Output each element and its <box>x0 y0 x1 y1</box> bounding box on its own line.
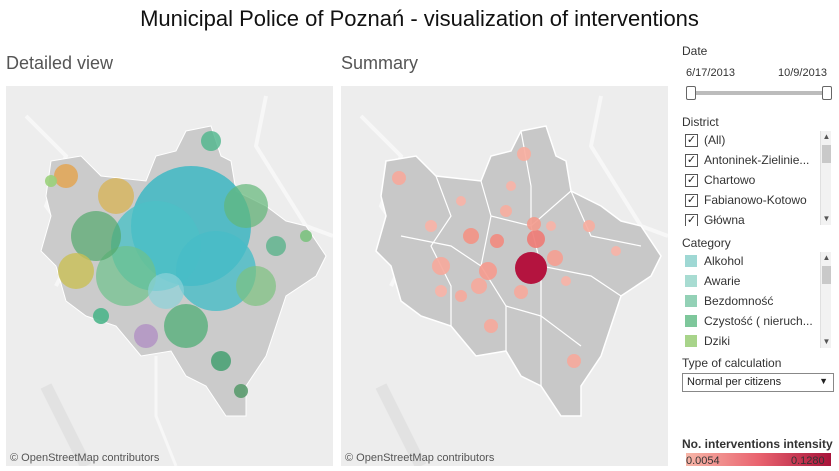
legend-max: 0.1280 <box>791 455 825 467</box>
category-swatch <box>685 335 697 347</box>
checkmark-icon[interactable]: ✓ <box>685 193 698 207</box>
district-item-antoninek[interactable]: ✓ Antoninek-Zielinie... <box>682 150 834 170</box>
district-item-fabianowo[interactable]: ✓ Fabianowo-Kotowo <box>682 190 834 210</box>
summary-title: Summary <box>341 53 419 73</box>
calculation-value: Normal per citizens <box>687 376 782 388</box>
district-filter-label: District <box>682 115 719 129</box>
category-item-dziki[interactable]: Dziki <box>682 331 834 351</box>
category-swatch <box>685 295 697 307</box>
checkmark-icon[interactable]: ✓ <box>685 133 698 147</box>
calculation-select[interactable]: Normal per citizens ▼ <box>682 373 834 392</box>
category-item-czystosc[interactable]: Czystość ( nieruch... <box>682 311 834 331</box>
scroll-up-arrow-icon[interactable]: ▲ <box>821 252 832 264</box>
date-slider-start-handle[interactable] <box>686 86 696 100</box>
map-attribution[interactable]: © OpenStreetMap contributors <box>10 452 159 464</box>
date-slider-end-handle[interactable] <box>822 86 832 100</box>
category-list: Alkohol Awarie Bezdomność Czystość ( nie… <box>682 251 834 351</box>
category-item-alkohol[interactable]: Alkohol <box>682 251 834 271</box>
district-scroll-thumb[interactable] <box>822 145 831 163</box>
district-scrollbar[interactable]: ▲ ▼ <box>820 131 831 225</box>
date-slider-track[interactable] <box>687 91 827 95</box>
category-item-awarie[interactable]: Awarie <box>682 271 834 291</box>
calculation-label: Type of calculation <box>682 356 782 370</box>
chevron-down-icon[interactable]: ▼ <box>819 376 828 386</box>
detailed-map[interactable]: © OpenStreetMap contributors <box>6 86 333 466</box>
district-list: ✓ (All) ✓ Antoninek-Zielinie... ✓ Chartowo … <box>682 130 834 226</box>
scroll-down-arrow-icon[interactable]: ▼ <box>821 213 832 225</box>
district-item-glowna[interactable]: ✓ Główna <box>682 210 834 226</box>
scroll-down-arrow-icon[interactable]: ▼ <box>821 336 832 348</box>
checkmark-icon[interactable]: ✓ <box>685 153 698 167</box>
date-filter-label: Date <box>682 44 708 58</box>
checkmark-icon[interactable]: ✓ <box>685 213 698 226</box>
map-attribution[interactable]: © OpenStreetMap contributors <box>345 452 494 464</box>
scroll-up-arrow-icon[interactable]: ▲ <box>821 131 832 143</box>
dashboard-title: Municipal Police of Poznań - visualizati… <box>140 6 699 31</box>
category-item-bezdomnosc[interactable]: Bezdomność <box>682 291 834 311</box>
category-swatch <box>685 255 697 267</box>
checkmark-icon[interactable]: ✓ <box>685 173 698 187</box>
category-filter-label: Category <box>682 236 731 250</box>
category-scroll-thumb[interactable] <box>822 266 831 284</box>
category-swatch <box>685 275 697 287</box>
district-item-chartowo[interactable]: ✓ Chartowo <box>682 170 834 190</box>
district-item-all[interactable]: ✓ (All) <box>682 130 834 150</box>
category-swatch <box>685 315 697 327</box>
date-end-value: 10/9/2013 <box>778 67 827 79</box>
summary-map[interactable]: © OpenStreetMap contributors <box>341 86 668 466</box>
detailed-view-title: Detailed view <box>6 53 114 73</box>
date-start-value: 6/17/2013 <box>686 67 735 79</box>
legend-min: 0.0054 <box>686 455 720 467</box>
legend-title: No. interventions intensity <box>682 437 833 451</box>
category-scrollbar[interactable]: ▲ ▼ <box>820 252 831 348</box>
